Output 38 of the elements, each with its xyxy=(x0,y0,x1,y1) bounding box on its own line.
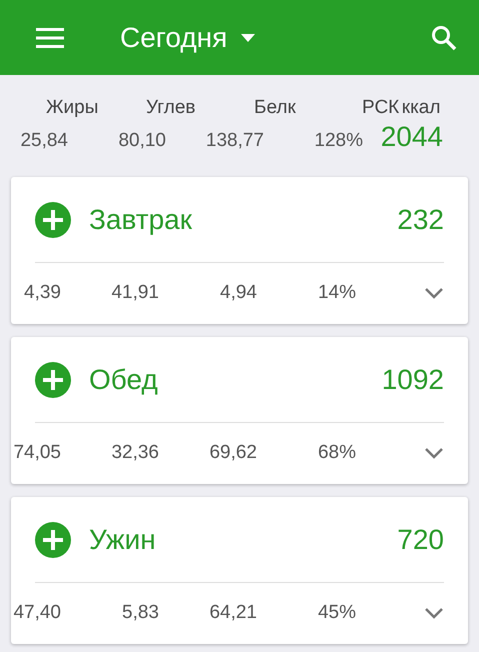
chevron-icon[interactable] xyxy=(424,607,444,619)
meal-kcal: 232 xyxy=(397,204,444,236)
total-value: 138,77 xyxy=(206,130,264,152)
meal-stat: 4,94 xyxy=(220,282,257,304)
meal-stat: 68% xyxy=(318,442,356,464)
column-label: РСК xyxy=(362,97,400,119)
meal-name: Обед xyxy=(89,364,159,396)
total-value: 128% xyxy=(314,130,363,152)
column-label: Жиры xyxy=(46,97,98,119)
meal-kcal: 720 xyxy=(397,524,444,556)
meal-stat: 14% xyxy=(318,282,356,304)
add-icon[interactable] xyxy=(35,362,71,398)
chevron-icon[interactable] xyxy=(424,287,444,299)
meal-stat: 69,62 xyxy=(209,442,257,464)
column-label: Белк xyxy=(254,97,296,119)
meal-stat: 74,05 xyxy=(13,442,61,464)
column-label: Углев xyxy=(146,97,196,119)
meal-name: Ужин xyxy=(89,524,157,556)
column-label: ккал xyxy=(402,97,440,119)
meal-stat: 4,39 xyxy=(24,282,61,304)
meal-stat: 32,36 xyxy=(111,442,159,464)
chevron-icon[interactable] xyxy=(424,447,444,459)
meal-stat: 45% xyxy=(318,602,356,624)
total-value: 25,84 xyxy=(20,130,68,152)
meal-name: Завтрак xyxy=(89,204,193,236)
meal-stat: 47,40 xyxy=(13,602,61,624)
meal-stat: 5,83 xyxy=(122,602,159,624)
meal-stat: 41,91 xyxy=(111,282,159,304)
add-icon[interactable] xyxy=(35,202,71,238)
caret-icon xyxy=(241,34,256,42)
search-icon[interactable] xyxy=(431,24,457,50)
total-kcal: 2044 xyxy=(380,121,443,153)
meal-kcal: 1092 xyxy=(382,364,444,396)
menu-icon[interactable] xyxy=(36,28,64,48)
meal-stat: 64,21 xyxy=(209,602,257,624)
total-value: 80,10 xyxy=(118,130,166,152)
add-icon[interactable] xyxy=(35,522,71,558)
date-dropdown[interactable]: Сегодня xyxy=(120,22,256,54)
